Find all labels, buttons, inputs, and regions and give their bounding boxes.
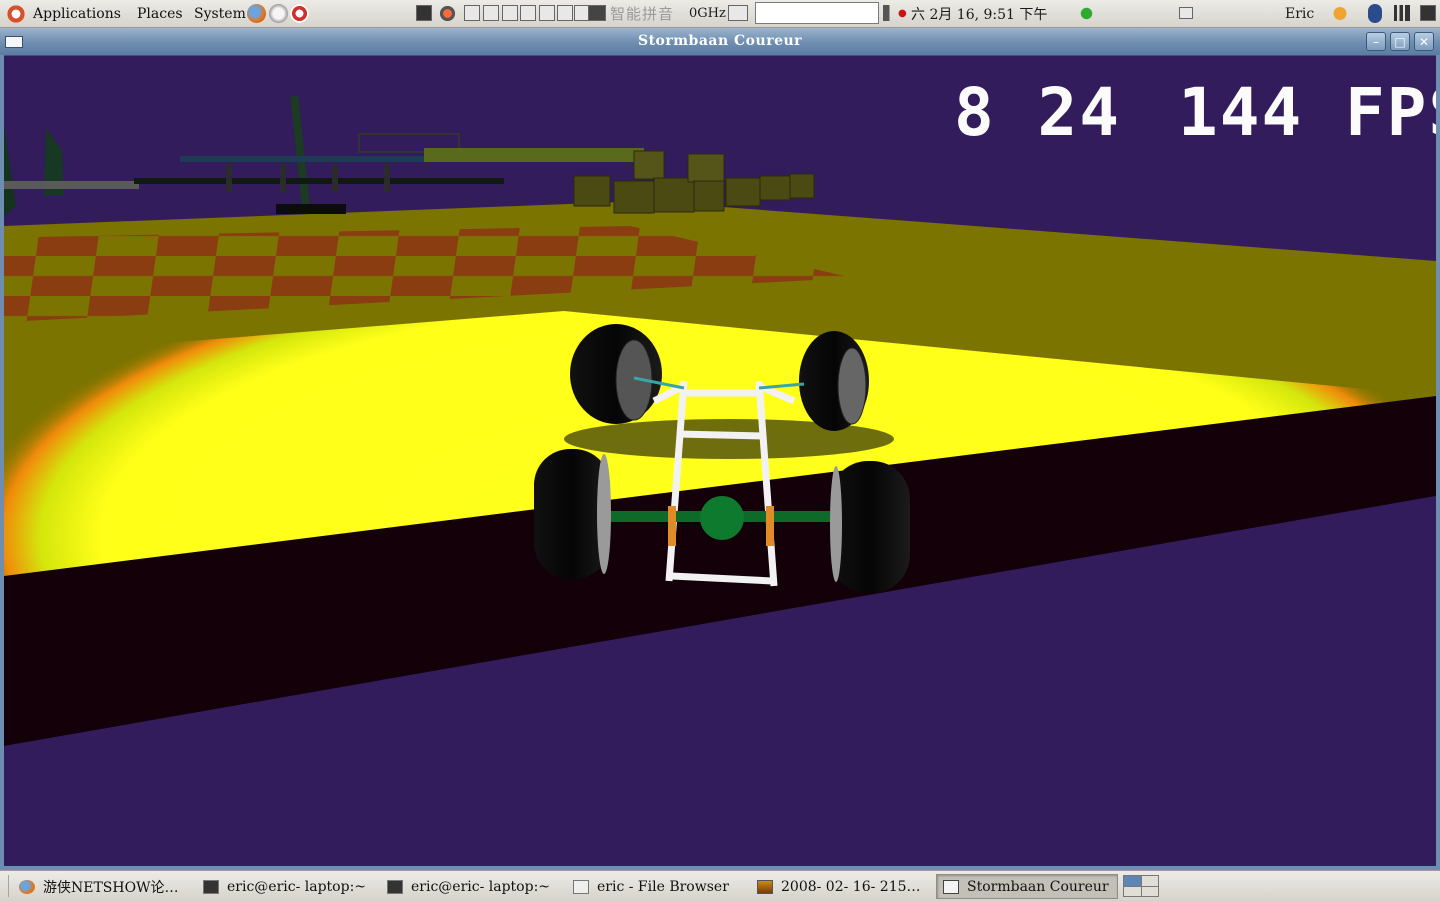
workspace-4[interactable] — [1141, 886, 1158, 896]
system-menu[interactable]: System — [194, 6, 246, 22]
user-name[interactable]: Eric — [1285, 6, 1314, 22]
rear-left-rim — [597, 454, 611, 574]
fps-counter: 144 FPS — [1178, 74, 1436, 151]
task-firefox[interactable]: 游侠NETSHOW论坛 ··· — [12, 874, 192, 899]
qq-icon[interactable] — [464, 5, 480, 21]
terminal-icon — [203, 879, 219, 894]
ime-label: 智能拼音 — [610, 5, 675, 23]
settings-gear-icon[interactable] — [438, 4, 457, 23]
ime-link-icon[interactable] — [539, 5, 555, 21]
ime-tool-icon[interactable] — [520, 5, 536, 21]
task-stormbaan-coureur[interactable]: Stormbaan Coureur — [936, 874, 1118, 899]
mail-icon[interactable] — [269, 4, 288, 23]
running-man-icon[interactable] — [1077, 4, 1096, 23]
places-menu[interactable]: Places — [137, 6, 183, 22]
window-titlebar[interactable]: Stormbaan Coureur – □ ✕ — [0, 28, 1440, 56]
close-button[interactable]: ✕ — [1414, 32, 1434, 51]
front-right-rim — [837, 347, 867, 425]
window-frame-right — [1436, 55, 1440, 870]
mute-indicator-icon: ● — [898, 8, 907, 19]
maximize-button[interactable]: □ — [1390, 32, 1410, 51]
minimize-button[interactable]: – — [1366, 32, 1386, 51]
bluetooth-icon[interactable] — [1368, 4, 1382, 23]
keyboard-icon[interactable] — [588, 5, 606, 21]
rear-right-tire — [830, 461, 910, 593]
terminal-launcher-icon[interactable] — [416, 5, 432, 21]
firefox-icon[interactable] — [247, 4, 266, 23]
ubuntu-logo-icon[interactable] — [6, 4, 26, 24]
game-scene — [4, 56, 1436, 867]
cpu-monitor-icon[interactable] — [728, 5, 748, 21]
task-image-viewer[interactable]: 2008- 02- 16- 215031_··· — [750, 874, 930, 899]
applications-menu[interactable]: Applications — [33, 6, 121, 22]
network-signal-icon[interactable] — [1394, 5, 1410, 21]
workspace-3[interactable] — [1124, 886, 1141, 896]
bottom-panel: 游侠NETSHOW论坛 ··· eric@eric- laptop:~ eric… — [0, 870, 1440, 901]
task-file-browser[interactable]: eric - File Browser — [566, 874, 746, 899]
left-shock — [668, 506, 676, 546]
task-terminal-1[interactable]: eric@eric- laptop:~ — [196, 874, 376, 899]
rear-right-rim — [830, 466, 842, 582]
workspace-1[interactable] — [1124, 876, 1141, 886]
differential — [700, 496, 744, 540]
task-terminal-2[interactable]: eric@eric- laptop:~ — [380, 874, 560, 899]
search-input[interactable] — [755, 2, 879, 24]
right-shock — [766, 506, 774, 546]
workspace-2[interactable] — [1141, 876, 1158, 886]
cpu-freq-label: 0GHz — [689, 6, 726, 21]
messenger-icon[interactable] — [483, 5, 499, 21]
ime-char-icon[interactable] — [557, 5, 573, 21]
window-icon — [943, 879, 959, 894]
show-desktop-icon[interactable] — [1179, 7, 1193, 19]
window-title: Stormbaan Coureur — [637, 33, 803, 49]
taskbar-handle[interactable] — [8, 875, 9, 897]
terminal-icon — [387, 879, 403, 894]
firefox-icon — [19, 879, 35, 894]
game-viewport[interactable]: 8 24 144 FPS — [4, 56, 1436, 867]
image-icon — [757, 879, 773, 894]
clock[interactable]: 六 2月 16, 9:51 下午 — [911, 4, 1047, 24]
session-exit-icon[interactable] — [1328, 4, 1352, 23]
volume-icon[interactable] — [883, 5, 899, 21]
lap-time: 8 24 — [954, 74, 1121, 151]
ime-icon[interactable] — [502, 5, 518, 21]
workspace-switcher[interactable] — [1123, 875, 1159, 897]
terminal-applet-icon[interactable] — [1420, 5, 1436, 21]
top-panel: Applications Places System 智能拼音 0GHz ● 六… — [0, 0, 1440, 28]
file-browser-icon — [573, 879, 589, 894]
help-icon[interactable] — [290, 4, 309, 23]
